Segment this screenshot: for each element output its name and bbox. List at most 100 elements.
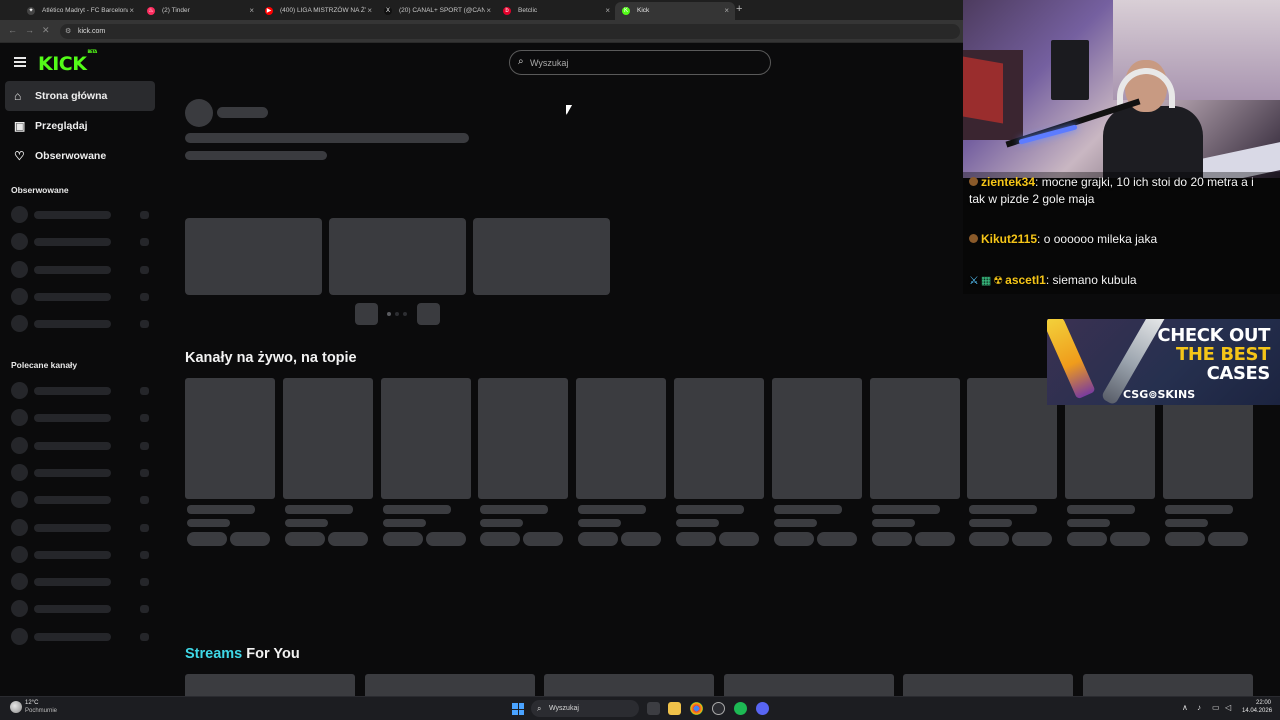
close-tab-icon[interactable]: × — [367, 2, 372, 20]
live-channel-card-skeleton[interactable] — [380, 378, 471, 499]
weather-icon[interactable] — [10, 701, 22, 713]
tray-overflow-icon[interactable]: ∧ — [1182, 703, 1188, 712]
carousel-dot[interactable] — [395, 312, 399, 316]
windows-taskbar: 12°C Pochmurnie ⌕ Wyszukaj ∧ ♪ ▭ ◁ 22:00… — [0, 696, 1280, 720]
sidebar-item-browse[interactable]: ▣ Przeglądaj — [5, 111, 155, 141]
sidebar: ⌂ Strona główna ▣ Przeglądaj ♡ Obserwowa… — [0, 80, 160, 696]
search-input[interactable] — [530, 55, 760, 70]
carousel-next-button[interactable] — [417, 303, 440, 325]
forward-icon[interactable]: → — [25, 25, 34, 35]
weather-temperature[interactable]: 12°C — [25, 700, 38, 706]
taskbar-search[interactable]: ⌕ Wyszukaj — [531, 700, 639, 717]
carousel-card-skeleton[interactable] — [473, 218, 610, 295]
live-channel-card-skeleton[interactable] — [869, 378, 960, 499]
live-channel-card-skeleton[interactable] — [674, 378, 764, 499]
sidebar-channel-skeleton[interactable] — [11, 463, 151, 481]
stop-loading-icon[interactable]: ✕ — [42, 25, 50, 36]
sidebar-channel-skeleton[interactable] — [11, 287, 151, 305]
url-field[interactable]: ⚙ kick.com — [60, 24, 960, 39]
sidebar-item-home[interactable]: ⌂ Strona główna — [5, 81, 155, 111]
stream-card-skeleton[interactable] — [1083, 674, 1253, 696]
carousel-card-skeleton[interactable] — [185, 218, 322, 295]
sidebar-item-following[interactable]: ♡ Obserwowane — [5, 141, 155, 171]
sidebar-channel-skeleton[interactable] — [11, 600, 151, 618]
live-channel-meta-skeleton — [283, 505, 373, 547]
grid-badge-icon: ▦ — [980, 275, 992, 287]
close-tab-icon[interactable]: × — [129, 2, 134, 20]
stream-card-skeleton[interactable] — [364, 674, 535, 696]
stream-card-skeleton[interactable] — [903, 674, 1074, 696]
tab-label: (20) CANAL+ SPORT (@CANAL... — [399, 7, 485, 14]
sidebar-channel-skeleton[interactable] — [11, 436, 151, 454]
browser-tab[interactable]: ♨ (2) Tinder × — [140, 2, 260, 20]
menu-icon[interactable] — [14, 57, 26, 67]
search-icon: ⌕ — [518, 56, 524, 67]
live-channel-card-skeleton[interactable] — [478, 378, 569, 499]
site-search[interactable]: ⌕ — [509, 50, 771, 75]
carousel-prev-button[interactable] — [355, 303, 378, 325]
clock-date[interactable]: 14.04.2026 — [1242, 708, 1272, 714]
ad-line-3: CASES — [1206, 363, 1271, 384]
browser-tab[interactable]: ▶ (400) LIGA MISTRZÓW NA ŻYWO× — [258, 2, 378, 20]
file-explorer-icon[interactable] — [668, 702, 681, 715]
stream-card-skeleton[interactable] — [185, 674, 355, 696]
carousel-dot[interactable] — [403, 312, 407, 316]
stream-card-skeleton[interactable] — [544, 674, 715, 696]
live-channel-meta-skeleton — [967, 505, 1057, 547]
live-channel-card-skeleton[interactable] — [967, 378, 1058, 499]
carousel-card-skeleton[interactable] — [329, 218, 466, 295]
tab-label: (2) Tinder — [162, 7, 190, 14]
chat-text: siemano kubula — [1052, 273, 1137, 287]
csgoskins-ad: CHECK OUT THE BEST CASES CSG⊚SKINS — [1047, 319, 1280, 405]
sidebar-channel-skeleton[interactable] — [11, 315, 151, 333]
weather-condition[interactable]: Pochmurnie — [25, 708, 57, 714]
network-icon[interactable]: ▭ — [1212, 703, 1220, 712]
close-tab-icon[interactable]: × — [605, 2, 610, 20]
sidebar-channel-skeleton[interactable] — [11, 573, 151, 591]
stream-card-skeleton[interactable] — [723, 674, 894, 696]
radiation-badge-icon: ☢ — [993, 275, 1004, 287]
browser-tab[interactable]: X (20) CANAL+ SPORT (@CANAL...× — [377, 2, 497, 20]
kick-logo[interactable]: KICKBETA — [38, 49, 97, 75]
sidebar-channel-skeleton[interactable] — [11, 233, 151, 251]
browser-tab[interactable]: ✦ Atlético Madryt - FC Barcelona × — [20, 2, 140, 20]
sidebar-channel-skeleton[interactable] — [11, 545, 151, 563]
featured-subtitle-skeleton — [185, 151, 327, 160]
obs-icon[interactable] — [712, 702, 725, 715]
sidebar-channel-skeleton[interactable] — [11, 518, 151, 536]
sidebar-channel-skeleton[interactable] — [11, 491, 151, 509]
task-view-icon[interactable] — [647, 702, 660, 715]
sidebar-channel-skeleton[interactable] — [11, 206, 151, 223]
volume-icon[interactable]: ◁ — [1225, 703, 1231, 712]
back-icon[interactable]: ← — [8, 25, 17, 35]
clock-time[interactable]: 22:00 — [1256, 700, 1271, 706]
search-icon: ⌕ — [537, 704, 542, 713]
close-tab-icon[interactable]: × — [249, 2, 254, 20]
sidebar-channel-skeleton[interactable] — [11, 627, 151, 645]
live-channel-meta-skeleton — [185, 505, 275, 547]
windows-start-icon[interactable] — [512, 703, 524, 715]
close-tab-icon[interactable]: × — [486, 2, 491, 20]
browser-tab[interactable]: b Betclic × — [496, 2, 616, 20]
spotify-icon[interactable] — [734, 702, 747, 715]
chat-message: ⚔ ▦ ☢ ascetI1: siemano kubula — [969, 273, 1137, 287]
browser-tab[interactable]: K Kick × — [615, 2, 735, 20]
sidebar-channel-skeleton[interactable] — [11, 382, 151, 399]
live-channel-card-skeleton[interactable] — [185, 378, 275, 499]
new-tab-button[interactable]: + — [736, 3, 742, 15]
live-channel-card-skeleton[interactable] — [282, 378, 373, 499]
sidebar-channel-skeleton[interactable] — [11, 409, 151, 427]
sidebar-item-label: Przeglądaj — [35, 120, 88, 132]
screen: ✦ Atlético Madryt - FC Barcelona × ♨ (2) Tin… — [0, 0, 1280, 720]
carousel-dot[interactable] — [387, 312, 391, 316]
discord-icon[interactable] — [756, 702, 769, 715]
chat-username: zientek34 — [981, 175, 1036, 189]
microphone-icon[interactable]: ♪ — [1197, 703, 1201, 712]
webcam-overlay — [963, 0, 1280, 178]
site-info-icon[interactable]: ⚙ — [65, 24, 71, 39]
sidebar-channel-skeleton[interactable] — [11, 260, 151, 278]
close-tab-icon[interactable]: × — [724, 2, 729, 20]
live-channel-card-skeleton[interactable] — [576, 378, 667, 499]
live-channel-card-skeleton[interactable] — [771, 378, 862, 499]
chrome-icon[interactable] — [690, 702, 703, 715]
